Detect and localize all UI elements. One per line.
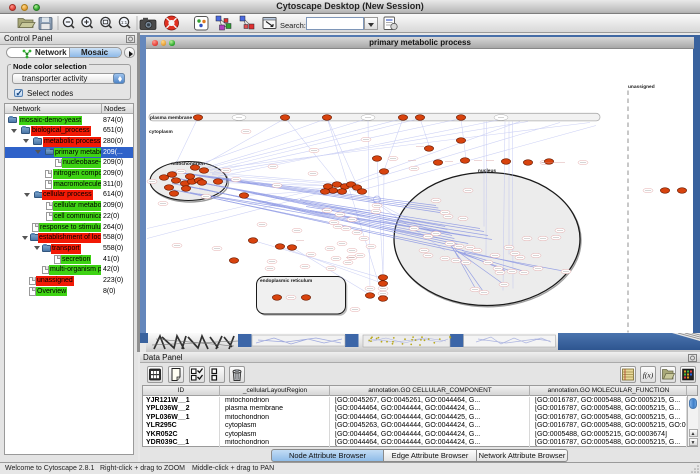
svg-text:cytoplasm: cytoplasm [149, 129, 173, 135]
svg-text:plasma membrane: plasma membrane [150, 115, 192, 121]
svg-text:endoplasmic reticulum: endoplasmic reticulum [260, 278, 312, 284]
svg-text:unassigned: unassigned [628, 84, 655, 90]
svg-text:f(x): f(x) [643, 370, 654, 379]
svg-text:mitochondrion: mitochondrion [171, 161, 205, 167]
svg-text:nucleus: nucleus [478, 168, 496, 174]
svg-text:1:1: 1:1 [121, 20, 128, 25]
